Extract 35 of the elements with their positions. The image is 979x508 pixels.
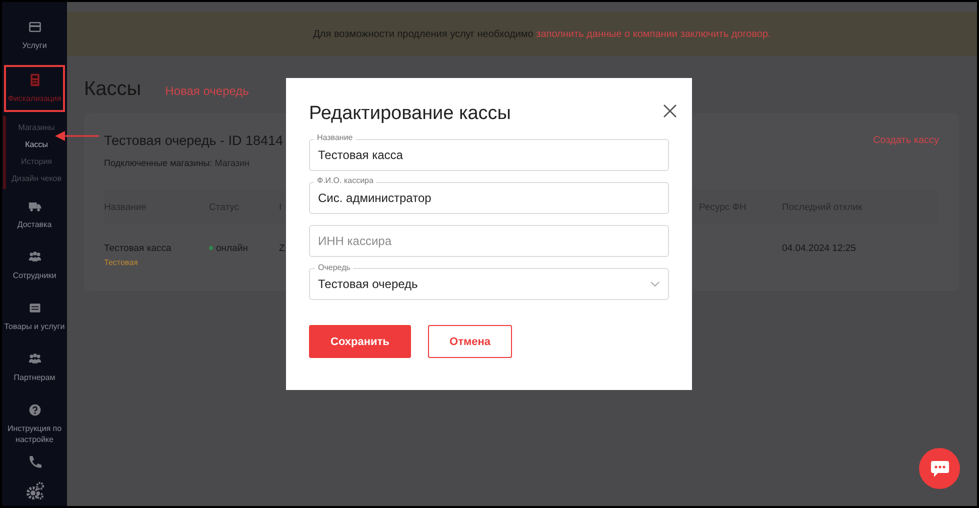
table-cell: Z	[279, 243, 285, 254]
list-icon	[28, 301, 42, 315]
field-label: Ф.И.О. кассира	[314, 176, 376, 186]
last-response-cell-text: 04.04.2024 12:25	[782, 242, 857, 256]
submenu-item[interactable]: Кассы	[6, 136, 67, 153]
gears-icon[interactable]	[24, 482, 44, 500]
sidebar-item[interactable]: Сотрудники	[4, 244, 65, 287]
queue-title: Тестовая очередь - ID 18414	[104, 133, 284, 148]
people-icon	[28, 250, 42, 264]
dialog-title: Редактирование кассы	[309, 102, 511, 126]
register-tag: Тестовая	[104, 258, 209, 267]
calculator-icon	[28, 73, 42, 87]
chat-bubble-icon	[930, 460, 950, 478]
status-text: онлайн	[216, 243, 248, 254]
chevron-down-icon	[650, 281, 660, 287]
cancel-button[interactable]: Отмена	[428, 325, 512, 358]
sidebar-item[interactable]: Партнерам	[4, 346, 65, 389]
close-icon	[663, 104, 677, 118]
card-icon	[28, 20, 42, 34]
annotation-arrow	[55, 130, 100, 142]
people-icon	[28, 352, 42, 366]
phone-icon[interactable]	[27, 455, 42, 470]
field-label: Очередь	[315, 263, 354, 273]
help-icon	[28, 403, 42, 417]
sidebar-item[interactable]: Товары и услуги	[4, 295, 65, 338]
text-field[interactable]: ИНН кассира	[309, 225, 669, 257]
sidebar-item[interactable]: Инструкция по настройке	[4, 397, 65, 451]
save-button[interactable]: Сохранить	[309, 325, 411, 358]
sidebar-item[interactable]: Услуги	[4, 14, 65, 57]
register-name: Тестовая касса	[104, 243, 172, 254]
field-label: Название	[314, 133, 356, 143]
chat-button[interactable]	[919, 448, 960, 489]
sidebar-item[interactable]: Доставка	[4, 193, 65, 236]
text-field[interactable]: Тестовая касса	[309, 139, 669, 171]
close-button[interactable]	[663, 104, 677, 118]
